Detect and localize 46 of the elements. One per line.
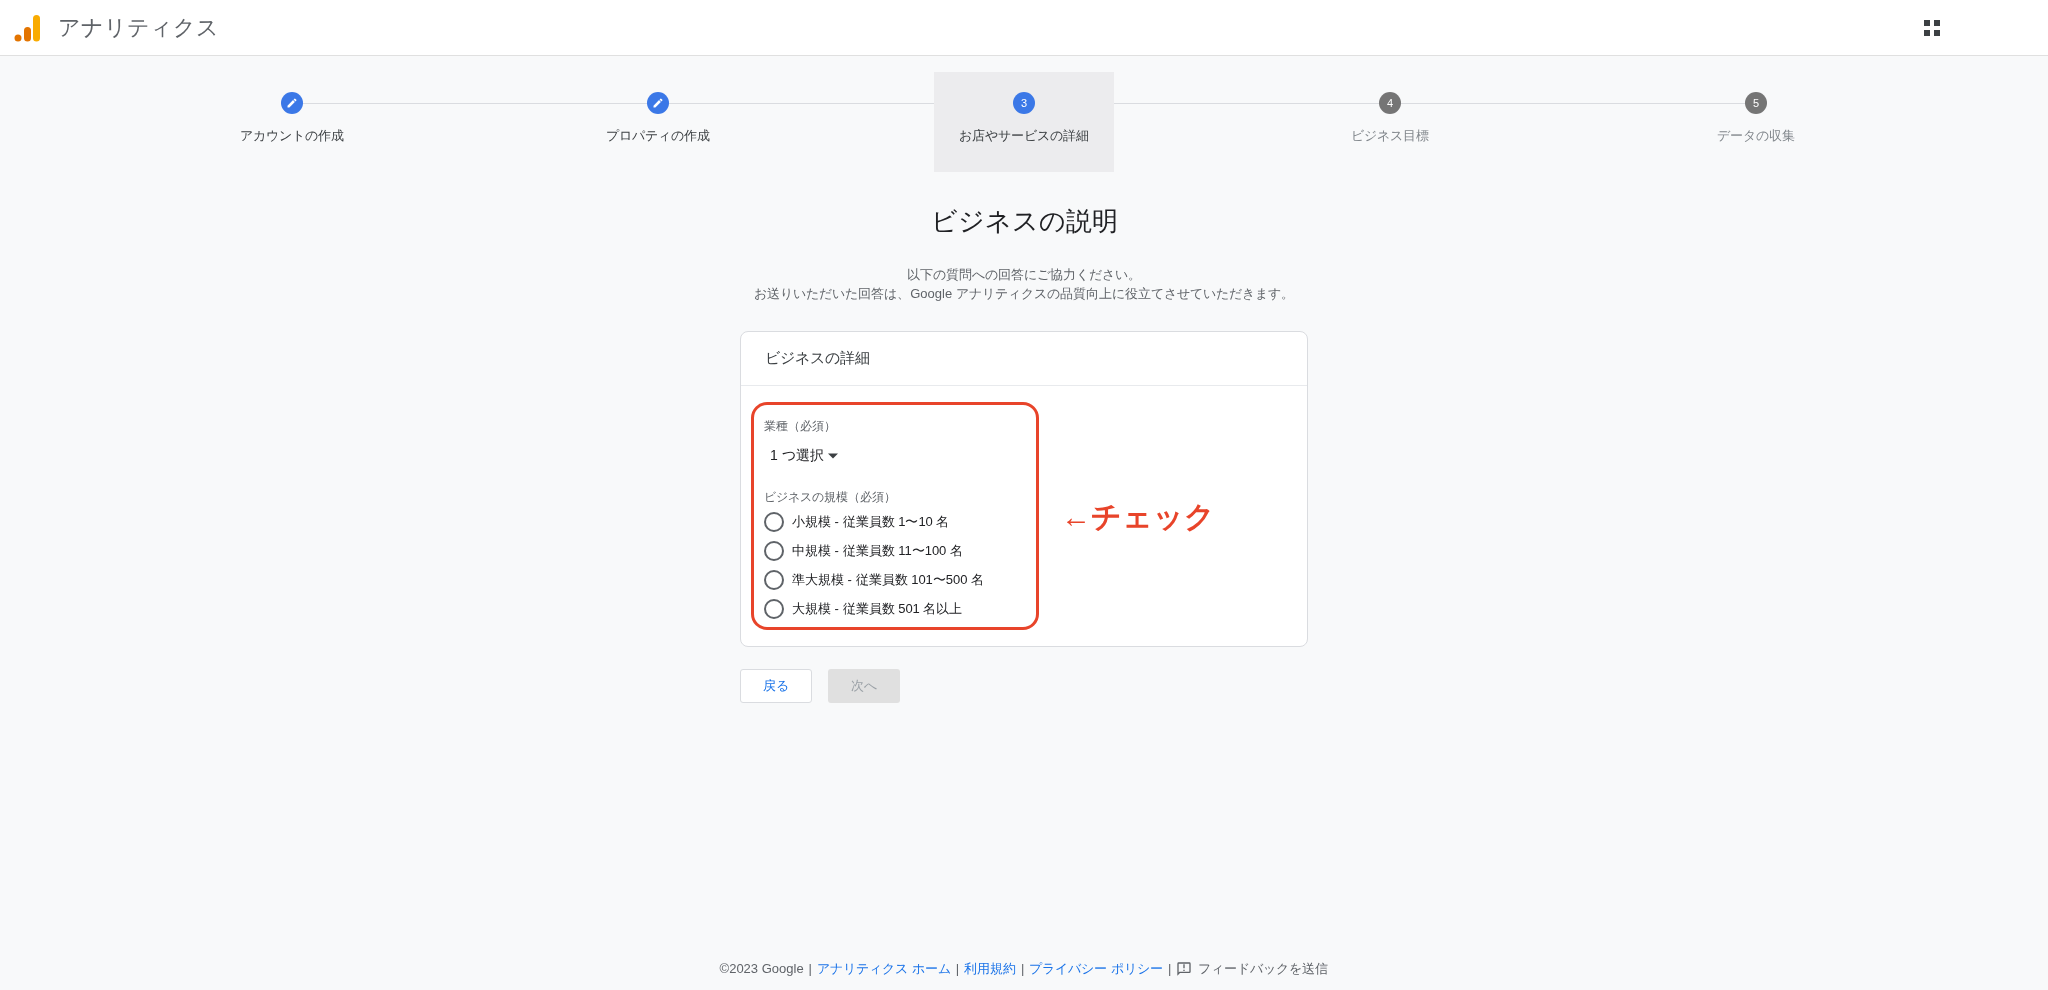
annotation-text: ←チェック — [1061, 498, 1215, 535]
back-button[interactable]: 戻る — [740, 669, 812, 703]
feedback-icon[interactable] — [1176, 961, 1193, 977]
radio-button[interactable] — [764, 570, 784, 590]
footer-link[interactable]: アナリティクス ホーム — [817, 959, 951, 979]
step-label: プロパティの作成 — [606, 127, 710, 145]
copyright-text: ©2023 Google — [719, 960, 804, 979]
footer-separator: | — [1168, 960, 1172, 979]
footer-separator: | — [1021, 960, 1025, 979]
feedback-link[interactable]: フィードバックを送信 — [1198, 959, 1329, 979]
step-label: お店やサービスの詳細 — [959, 127, 1089, 145]
app-title: アナリティクス — [58, 14, 219, 42]
field-label: 業種（必須） — [764, 418, 837, 435]
step-tab[interactable]: 4 ビジネス目標 — [1300, 72, 1480, 172]
apps-grid-icon[interactable] — [1924, 19, 1940, 36]
step-number: 3 — [1013, 92, 1035, 114]
description-text: お送りいただいた回答は、Google アナリティクスの品質向上に役立てさせていただきます。 — [754, 285, 1294, 303]
step-number: 4 — [1379, 92, 1401, 114]
footer-separator: | — [955, 960, 959, 979]
step-tab[interactable]: アカウントの作成 — [202, 72, 382, 172]
footer-link[interactable]: 利用規約 — [964, 959, 1016, 979]
analytics-logo-icon — [14, 13, 40, 42]
pencil-icon — [286, 97, 298, 109]
caret-icon — [827, 452, 838, 459]
size-radio-option[interactable]: 中規模 - 従業員数 11〜100 名 — [764, 541, 1026, 561]
card-title: ビジネスの詳細 — [765, 348, 870, 369]
footer-link[interactable]: プライバシー ポリシー — [1029, 959, 1164, 979]
step-label: ビジネス目標 — [1351, 127, 1429, 145]
industry-dropdown[interactable]: 1 つ選択 — [770, 445, 838, 466]
footer-separator: | — [808, 960, 812, 979]
step-label: アカウントの作成 — [240, 127, 344, 145]
size-radio-option[interactable]: 小規模 - 従業員数 1〜10 名 — [764, 512, 1026, 532]
step-label: データの収集 — [1717, 127, 1795, 145]
step-tab[interactable]: 3 お店やサービスの詳細 — [934, 72, 1114, 172]
step-number: 5 — [1745, 92, 1767, 114]
size-radio-option[interactable]: 大規模 - 従業員数 501 名以上 — [764, 599, 1026, 619]
pencil-icon — [652, 97, 664, 109]
radio-button[interactable] — [764, 541, 784, 561]
radio-button[interactable] — [764, 512, 784, 532]
step-tab[interactable]: プロパティの作成 — [568, 72, 748, 172]
description-text: 以下の質問への回答にご協力ください。 — [907, 266, 1141, 284]
radio-button[interactable] — [764, 599, 784, 619]
size-radio-option[interactable]: 準大規模 - 従業員数 101〜500 名 — [764, 570, 1026, 590]
field-label: ビジネスの規模（必須） — [764, 489, 897, 506]
step-tab[interactable]: 5 データの収集 — [1666, 72, 1846, 172]
page-title: ビジネスの説明 — [930, 205, 1118, 238]
